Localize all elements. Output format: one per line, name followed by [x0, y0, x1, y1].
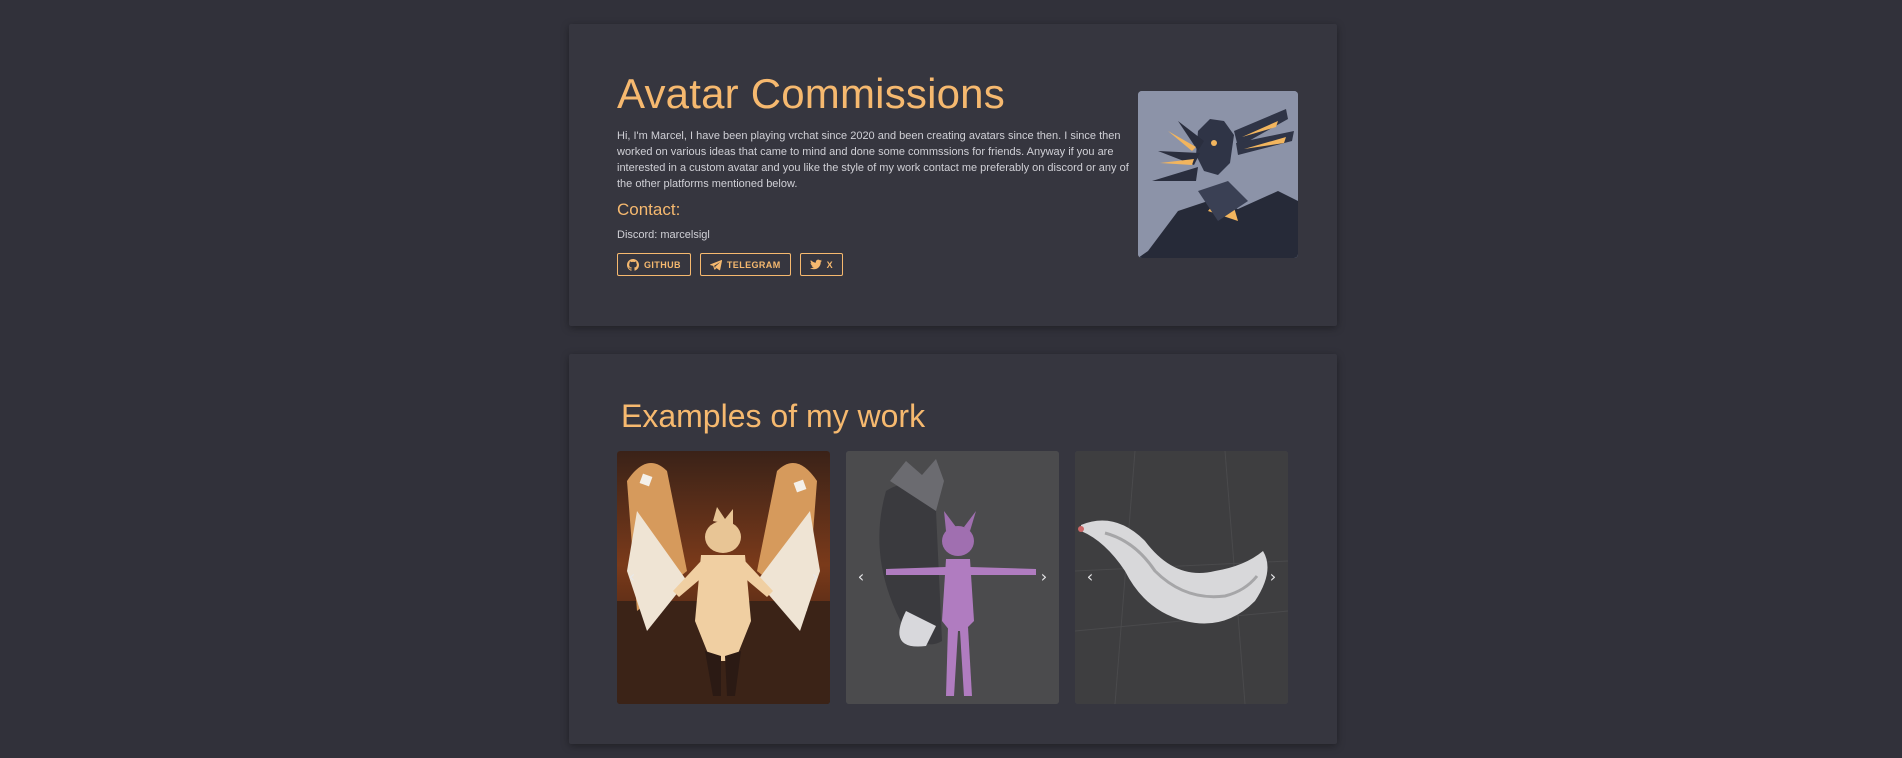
github-button[interactable]: GITHUB	[617, 253, 691, 276]
carousel-prev-arrow[interactable]: ‹	[623, 567, 641, 587]
profile-avatar-image	[1138, 91, 1298, 258]
x-label: X	[826, 259, 834, 270]
twitter-bird-icon	[809, 259, 822, 270]
example-image-fluffy-tail	[1075, 451, 1288, 704]
example-carousel-3[interactable]: ‹ ›	[1075, 451, 1288, 704]
example-carousel-1[interactable]: ‹ ›	[617, 451, 830, 704]
telegram-button[interactable]: TELEGRAM	[699, 253, 791, 276]
carousel-next-arrow[interactable]: ›	[1264, 567, 1282, 587]
carousel-prev-arrow[interactable]: ‹	[1081, 567, 1099, 587]
github-label: GITHUB	[644, 259, 681, 270]
page-title: Avatar Commissions	[617, 70, 1005, 117]
x-button[interactable]: X	[799, 253, 844, 276]
example-image-purple-fox	[846, 451, 1059, 704]
telegram-icon	[709, 259, 722, 270]
discord-username: marcelsigl	[660, 229, 710, 241]
intro-text: Hi, I'm Marcel, I have been playing vrch…	[617, 130, 1129, 190]
intro-card: Avatar Commissions Hi, I'm Marcel, I hav…	[569, 24, 1337, 326]
github-icon	[627, 258, 639, 271]
discord-contact: Discord: marcelsigl	[617, 229, 710, 241]
example-image-winged-avatar	[617, 451, 830, 704]
telegram-label: TELEGRAM	[726, 259, 781, 270]
discord-label: Discord:	[617, 229, 658, 241]
contact-heading: Contact:	[617, 200, 681, 219]
social-buttons: GITHUB TELEGRAM X	[617, 253, 844, 276]
carousel-prev-arrow[interactable]: ‹	[852, 567, 870, 587]
example-carousel-2[interactable]: ‹ ›	[846, 451, 1059, 704]
carousel-next-arrow[interactable]: ›	[806, 567, 824, 587]
examples-gallery: ‹ › ‹ › ‹ ›	[617, 451, 1288, 704]
examples-card: Examples of my work ‹ › ‹ › ‹ ›	[569, 354, 1337, 744]
examples-heading: Examples of my work	[621, 398, 926, 434]
carousel-next-arrow[interactable]: ›	[1035, 567, 1053, 587]
